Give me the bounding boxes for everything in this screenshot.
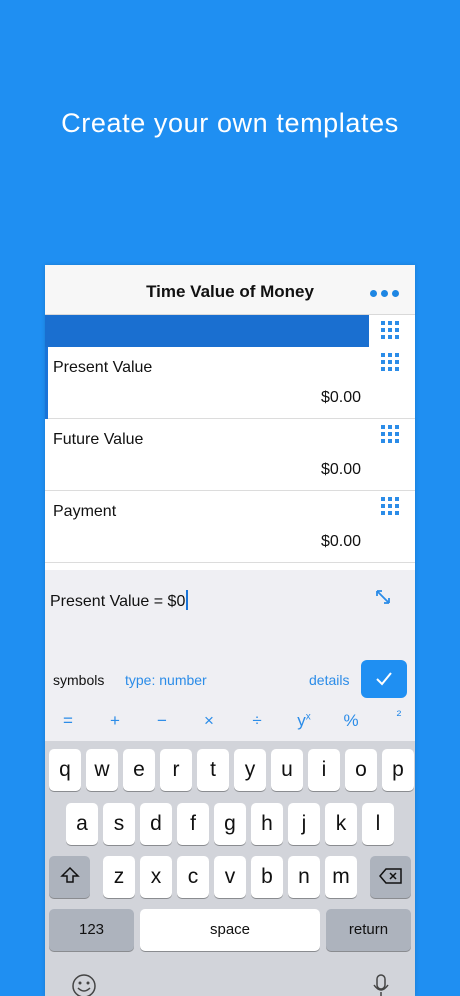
symbol-equals[interactable]: = (53, 711, 83, 731)
drag-handle-icon[interactable] (381, 321, 399, 339)
row-label: Payment (53, 503, 117, 520)
key-v[interactable]: v (214, 856, 246, 898)
shift-icon (59, 866, 80, 883)
key-s[interactable]: s (103, 803, 135, 845)
symbol-divide[interactable]: ÷ (242, 711, 272, 731)
key-z[interactable]: z (103, 856, 135, 898)
key-j[interactable]: j (288, 803, 320, 845)
shift-key[interactable] (49, 856, 90, 898)
row-label: Future Value (53, 431, 144, 448)
ellipsis-icon[interactable] (370, 290, 400, 298)
navigation-bar: Time Value of Money (45, 265, 415, 315)
key-y[interactable]: y (234, 749, 266, 791)
row-value: $0.00 (320, 461, 361, 478)
key-n[interactable]: n (288, 856, 320, 898)
drag-handle-icon[interactable] (381, 425, 399, 443)
symbol-minus[interactable]: − (147, 711, 177, 731)
key-t[interactable]: t (197, 749, 229, 791)
key-g[interactable]: g (214, 803, 246, 845)
backspace-icon (378, 868, 402, 884)
key-m[interactable]: m (325, 856, 357, 898)
row-payment[interactable]: Payment $0.00 (45, 491, 415, 563)
key-c[interactable]: c (177, 856, 209, 898)
text-caret (186, 590, 189, 610)
row-future-value[interactable]: Future Value $0.00 (45, 419, 415, 491)
collapse-icon[interactable] (375, 589, 391, 605)
symbol-percent[interactable]: % (336, 711, 366, 731)
microphone-icon[interactable] (372, 973, 390, 996)
row-label: Present Value (53, 359, 153, 376)
power-exponent: x (305, 711, 311, 723)
numbers-key[interactable]: 123 (49, 909, 134, 951)
key-w[interactable]: w (86, 749, 118, 791)
key-r[interactable]: r (160, 749, 192, 791)
checkmark-icon (376, 672, 392, 686)
key-o[interactable]: o (345, 749, 377, 791)
symbols-tab[interactable]: symbols (53, 672, 104, 688)
row-value: $0.00 (320, 533, 361, 550)
row-present-value[interactable]: Present Value $0.00 (45, 347, 415, 419)
keyboard: qwertyuiop asdfghjkl zxcvbnm 123 space r… (45, 741, 415, 996)
type-selector[interactable]: type: number (125, 672, 207, 688)
key-l[interactable]: l (362, 803, 394, 845)
key-f[interactable]: f (177, 803, 209, 845)
page-title: Time Value of Money (146, 282, 314, 301)
symbol-squared[interactable]: ² (384, 707, 414, 723)
key-h[interactable]: h (251, 803, 283, 845)
selected-empty-row[interactable] (45, 315, 369, 347)
confirm-button[interactable] (361, 660, 407, 698)
symbol-power[interactable]: yx (289, 711, 319, 731)
return-key[interactable]: return (326, 909, 411, 951)
power-base: y (297, 711, 306, 730)
symbols-bar: = + − × ÷ yx % ² (45, 705, 415, 741)
drag-handle-icon[interactable] (381, 497, 399, 515)
key-k[interactable]: k (325, 803, 357, 845)
drag-handle-icon[interactable] (381, 353, 399, 371)
key-q[interactable]: q (49, 749, 81, 791)
delete-key[interactable] (370, 856, 411, 898)
key-p[interactable]: p (382, 749, 414, 791)
key-d[interactable]: d (140, 803, 172, 845)
emoji-icon[interactable] (71, 973, 97, 996)
space-key[interactable]: space (140, 909, 320, 951)
symbol-multiply[interactable]: × (194, 711, 224, 731)
phone-screen: Time Value of Money Present Value $0.00 … (45, 265, 415, 996)
formula-text: Present Value = $0 (50, 593, 186, 610)
details-link[interactable]: details (309, 672, 349, 688)
key-e[interactable]: e (123, 749, 155, 791)
headline: Create your own templates (61, 108, 399, 138)
symbol-plus[interactable]: + (100, 711, 130, 731)
key-i[interactable]: i (308, 749, 340, 791)
key-a[interactable]: a (66, 803, 98, 845)
key-b[interactable]: b (251, 856, 283, 898)
row-value: $0.00 (320, 389, 361, 406)
key-x[interactable]: x (140, 856, 172, 898)
key-u[interactable]: u (271, 749, 303, 791)
formula-input[interactable]: Present Value = $0 (50, 590, 189, 611)
